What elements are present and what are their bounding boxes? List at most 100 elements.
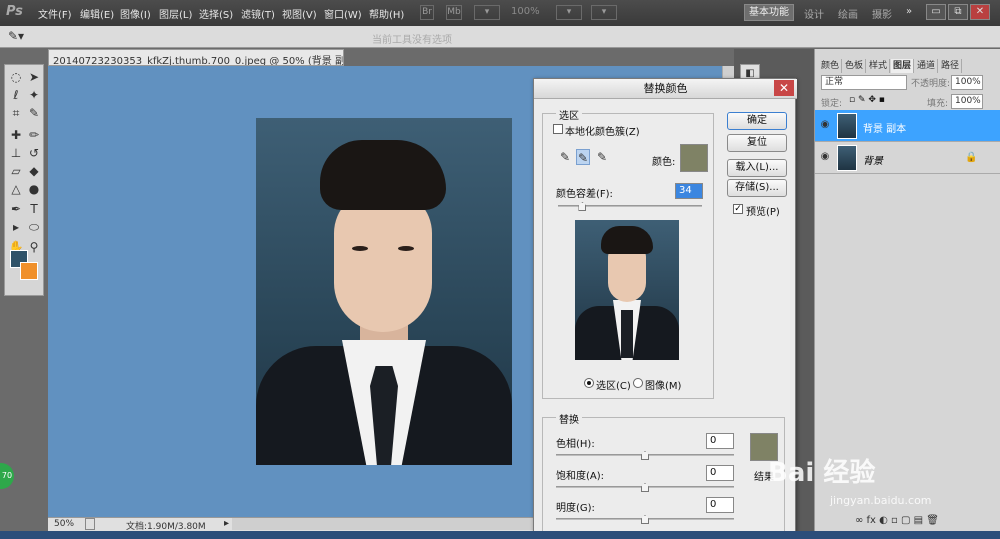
pen-tool-icon[interactable]: ✒ [8, 201, 24, 217]
healing-brush-tool-icon[interactable]: ✚ [8, 127, 24, 143]
clone-stamp-tool-icon[interactable]: ⊥ [8, 145, 24, 161]
opacity-field[interactable]: 100% [951, 75, 983, 90]
status-menu-icon[interactable]: ▸ [224, 518, 229, 529]
status-zoom[interactable]: 50% [54, 519, 74, 529]
save-button[interactable]: 存储(S)... [727, 179, 787, 197]
minimize-icon[interactable]: ▭ [926, 4, 946, 20]
localized-clusters-checkbox[interactable] [553, 124, 563, 134]
saturation-input[interactable]: 0 [706, 465, 734, 481]
baidu-watermark-url: jingyan.baidu.com [830, 494, 932, 507]
quick-select-tool-icon[interactable]: ✦ [26, 87, 42, 103]
eyedropper-icon[interactable]: ✎ [558, 149, 572, 165]
menu-file[interactable]: 文件(F) [38, 6, 72, 21]
menu-layer[interactable]: 图层(L) [159, 6, 192, 21]
workspace-painting[interactable]: 绘画 [838, 6, 858, 21]
tab-color[interactable]: 颜色 [819, 59, 843, 73]
layer-name[interactable]: 背景 副本 [863, 120, 906, 135]
layer-thumbnail [837, 113, 857, 139]
tab-layers[interactable]: 图层 [891, 59, 915, 73]
menu-edit[interactable]: 编辑(E) [80, 6, 114, 21]
radio-image-label: 图像(M) [645, 381, 682, 392]
minibridge-icon[interactable]: Mb [446, 5, 462, 20]
blend-mode-select[interactable]: 正常 [821, 75, 907, 90]
document-tab[interactable]: 20140723230353_kfkZj.thumb.700_0.jpeg @ … [48, 49, 344, 66]
eyedropper-tool-icon[interactable]: ✎ [26, 105, 42, 121]
layers-panel-footer-icons[interactable]: ∞ fx ◐ ▫ ▢ ▤ 🗑 [855, 515, 995, 529]
menu-image[interactable]: 图像(I) [120, 6, 151, 21]
visibility-eye-icon[interactable]: ◉ [819, 120, 831, 130]
add-to-sample-eyedropper-icon[interactable]: ✎ [576, 149, 590, 165]
preview-checkbox-label: 预览(P) [746, 207, 780, 218]
selection-color-label: 颜色: [652, 157, 676, 168]
menu-select[interactable]: 选择(S) [199, 6, 233, 21]
tab-paths[interactable]: 路径 [939, 59, 963, 73]
workspace-more-icon[interactable]: » [906, 6, 912, 17]
fuzziness-input[interactable]: 34 [675, 183, 703, 199]
layer-row-background[interactable]: ◉ 背景 🔒 [815, 142, 1000, 174]
history-brush-tool-icon[interactable]: ↺ [26, 145, 42, 161]
preview-checkbox[interactable]: ✓ [733, 204, 743, 214]
crop-tool-icon[interactable]: ⌗ [8, 105, 24, 121]
dialog-title[interactable]: 替换颜色 [534, 79, 797, 99]
tab-styles[interactable]: 样式 [867, 59, 891, 73]
workspace-design[interactable]: 设计 [804, 6, 824, 21]
menu-help[interactable]: 帮助(H) [369, 6, 404, 21]
visibility-eye-icon[interactable]: ◉ [819, 152, 831, 162]
opacity-label: 不透明度: [911, 79, 951, 89]
brush-tool-icon[interactable]: ✏ [26, 127, 42, 143]
view-extras-icon[interactable]: ▾ [474, 5, 500, 20]
background-color-swatch[interactable] [20, 262, 38, 280]
reset-button[interactable]: 复位 [727, 134, 787, 152]
menu-view[interactable]: 视图(V) [282, 6, 317, 21]
layer-name[interactable]: 背景 [863, 152, 883, 167]
type-tool-icon[interactable]: T [26, 201, 42, 217]
lightness-input[interactable]: 0 [706, 497, 734, 513]
replace-color-dialog: 替换颜色 ✕ 选区 本地化颜色簇(Z) ✎ ✎ ✎ 颜色: 颜色容差(F): 3… [533, 78, 797, 539]
blur-tool-icon[interactable]: △ [8, 181, 24, 197]
photoshop-logo: Ps [6, 4, 23, 19]
photo-right-eye [398, 246, 414, 251]
tab-swatches[interactable]: 色板 [843, 59, 867, 73]
hue-input[interactable]: 0 [706, 433, 734, 449]
dialog-close-icon[interactable]: ✕ [774, 80, 794, 96]
speed-badge[interactable]: 70 [0, 463, 14, 489]
bridge-icon[interactable]: Br [420, 5, 434, 20]
dodge-tool-icon[interactable]: ● [26, 181, 42, 197]
menu-filter[interactable]: 滤镜(T) [241, 6, 275, 21]
windows-taskbar [0, 531, 1000, 539]
tab-channels[interactable]: 通道 [915, 59, 939, 73]
workspace-essentials-button[interactable]: 基本功能 [744, 4, 794, 21]
arrange-documents-icon[interactable]: ▾ [556, 5, 582, 20]
close-window-icon[interactable]: ✕ [970, 4, 990, 20]
preview-tie [621, 310, 633, 358]
lasso-tool-icon[interactable]: ℓ [8, 87, 24, 103]
options-bar-hint: 当前工具没有选项 [372, 35, 452, 46]
fill-field[interactable]: 100% [951, 94, 983, 109]
ok-button[interactable]: 确定 [727, 112, 787, 130]
workspace-photography[interactable]: 摄影 [872, 6, 892, 21]
portrait-photo[interactable] [256, 118, 512, 465]
move-tool-icon[interactable]: ➤ [26, 69, 42, 85]
layer-row-background-copy[interactable]: ◉ 背景 副本 [815, 110, 1000, 142]
shape-tool-icon[interactable]: ⬭ [26, 219, 42, 235]
zoom-tool-icon[interactable]: ⚲ [26, 239, 42, 255]
restore-icon[interactable]: ⧉ [948, 4, 968, 20]
eraser-tool-icon[interactable]: ▱ [8, 163, 24, 179]
eyedropper-tool-preset-icon[interactable]: ✎▾ [8, 29, 36, 45]
status-settings-icon[interactable] [85, 518, 95, 530]
replacement-group-label: 替换 [556, 411, 582, 426]
load-button[interactable]: 载入(L)... [727, 159, 787, 177]
radio-image[interactable] [633, 378, 643, 388]
subtract-from-sample-eyedropper-icon[interactable]: ✎ [595, 149, 609, 165]
lock-icons[interactable]: ▫ ✎ ✥ ▪ [849, 95, 885, 105]
radio-selection-label: 选区(C) [596, 381, 631, 392]
zoom-level-dropdown[interactable]: 100% [511, 6, 540, 17]
paint-bucket-tool-icon[interactable]: ◆ [26, 163, 42, 179]
selection-preview[interactable] [575, 220, 679, 360]
selection-color-swatch[interactable] [680, 144, 708, 172]
path-select-tool-icon[interactable]: ▸ [8, 219, 24, 235]
marquee-tool-icon[interactable]: ◌ [8, 69, 24, 85]
screen-mode-icon[interactable]: ▾ [591, 5, 617, 20]
menu-window[interactable]: 窗口(W) [324, 6, 362, 21]
radio-selection[interactable] [584, 378, 594, 388]
